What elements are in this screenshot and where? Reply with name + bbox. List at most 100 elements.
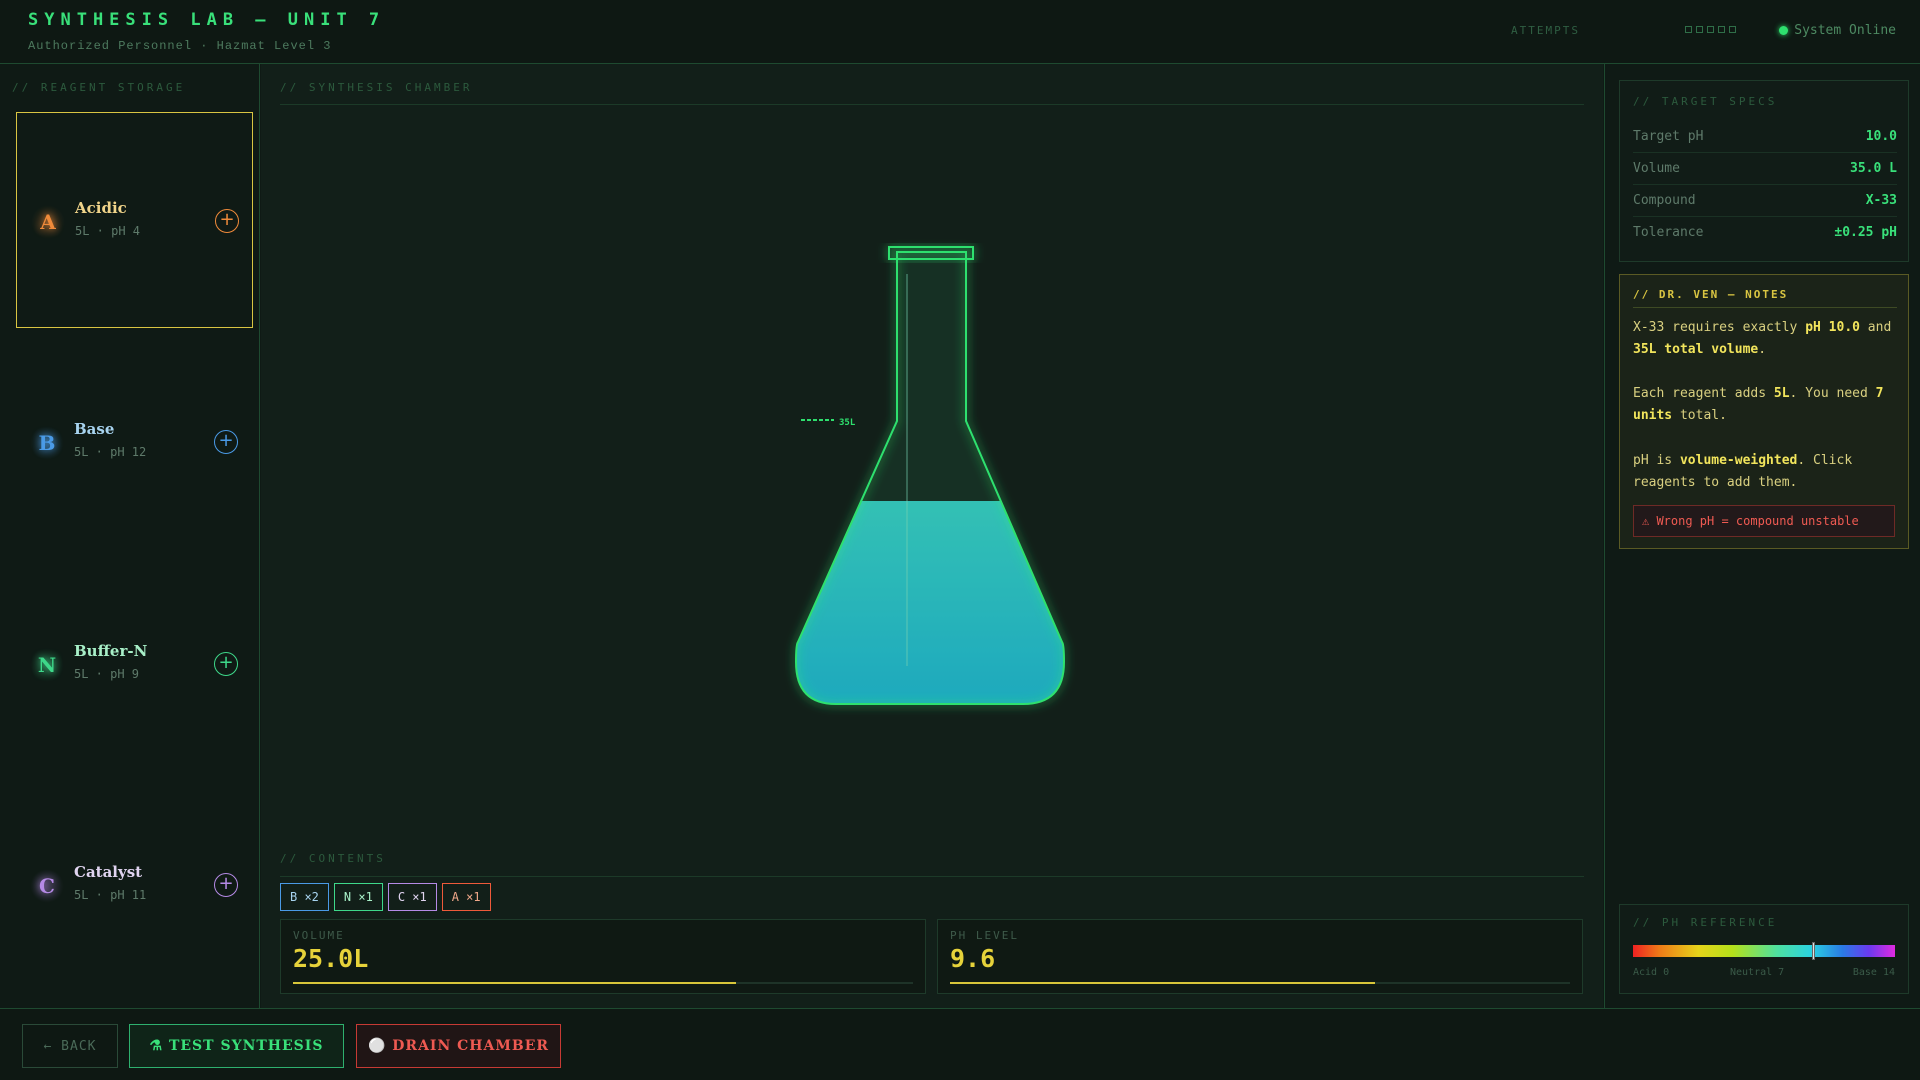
ph-tick-base: Base 14: [1852, 967, 1895, 978]
reagent-name: Catalyst: [74, 863, 143, 881]
flask-illustration: 35L: [794, 246, 1066, 705]
notes-text: X-33 requires exactly: [1633, 320, 1806, 335]
notes-paragraph-1: X-33 requires exactly pH 10.0 and 35L to…: [1633, 317, 1903, 361]
reagent-storage-panel: // REAGENT STORAGE A Acidic 5L · pH 4 + …: [0, 64, 260, 1008]
volume-value: 25.0L: [293, 944, 369, 973]
reagent-card-acidic[interactable]: A Acidic 5L · pH 4 +: [16, 112, 253, 328]
notes-text: Each reagent adds: [1633, 386, 1774, 401]
ph-tick-acid: Acid 0: [1633, 967, 1670, 978]
spec-value: X-33: [1865, 193, 1897, 208]
back-button[interactable]: ← BACK: [22, 1024, 118, 1068]
attempts-label: ATTEMPTS: [1511, 24, 1580, 37]
info-panel: // TARGET SPECS Target pH 10.0 Volume 35…: [1604, 64, 1920, 1008]
spec-row-compound: Compound X-33: [1633, 185, 1897, 217]
reagent-buffer-n-letter-icon: N: [30, 648, 64, 682]
volume-bar-fill: [293, 982, 736, 984]
ph-label: PH LEVEL: [950, 929, 1019, 942]
attempt-pip: [1696, 26, 1703, 33]
reagent-meta: 5L · pH 12: [74, 445, 147, 459]
contents-chips: B ×2 N ×1 C ×1 A ×1: [280, 883, 491, 911]
reagent-base-letter-icon: B: [30, 426, 64, 460]
reagent-acidic-letter-icon: A: [31, 205, 65, 239]
notes-text: .: [1758, 342, 1767, 357]
content-chip-base: B ×2: [280, 883, 329, 911]
app-subtitle: Authorized Personnel · Hazmat Level 3: [28, 39, 332, 53]
spec-value: 10.0: [1865, 129, 1897, 144]
volume-label: VOLUME: [293, 929, 345, 942]
ph-bar-fill: [950, 982, 1376, 984]
reagent-meta: 5L · pH 11: [74, 888, 147, 902]
add-base-button[interactable]: +: [214, 430, 238, 454]
divider: [1633, 307, 1897, 308]
ph-reference-title: // PH REFERENCE: [1633, 916, 1778, 929]
add-acidic-button[interactable]: +: [215, 209, 239, 233]
notes-paragraph-3: pH is volume-weighted. Click reagents to…: [1633, 450, 1903, 494]
notes-card: // DR. VEN — NOTES X-33 requires exactly…: [1619, 274, 1909, 549]
target-specs-title: // TARGET SPECS: [1633, 95, 1778, 108]
notes-text: pH is: [1633, 453, 1680, 468]
spec-key: Tolerance: [1633, 225, 1704, 240]
header: SYNTHESIS LAB — UNIT 7 Authorized Person…: [0, 0, 1920, 64]
warning-banner: ⚠ Wrong pH = compound unstable: [1633, 505, 1895, 537]
spec-row-target-ph: Target pH 10.0: [1633, 121, 1897, 153]
ph-reference-card: // PH REFERENCE Acid 0 Neutral 7 Base 14: [1619, 904, 1909, 994]
reagent-card-catalyst[interactable]: C Catalyst 5L · pH 11 +: [16, 777, 253, 993]
reagent-card-buffer-n[interactable]: N Buffer-N 5L · pH 9 +: [16, 556, 253, 772]
spec-row-tolerance: Tolerance ±0.25 pH: [1633, 217, 1897, 249]
flask-outline: [794, 251, 1066, 705]
attempt-pip: [1707, 26, 1714, 33]
notes-title: // DR. VEN — NOTES: [1633, 288, 1789, 301]
test-synthesis-button[interactable]: ⚗ TEST SYNTHESIS: [129, 1024, 344, 1068]
reagent-meta: 5L · pH 4: [75, 224, 141, 238]
reagent-catalyst-letter-icon: C: [30, 869, 64, 903]
notes-text: . You need: [1789, 386, 1876, 401]
spec-key: Volume: [1633, 161, 1680, 176]
attempt-pip: [1729, 26, 1736, 33]
content-chip-catalyst: C ×1: [387, 883, 437, 911]
notes-text: total.: [1672, 408, 1727, 423]
spec-key: Compound: [1633, 193, 1696, 208]
spec-row-volume: Volume 35.0 L: [1633, 153, 1897, 185]
notes-emphasis: volume-weighted: [1679, 453, 1798, 468]
add-catalyst-button[interactable]: +: [214, 873, 238, 897]
ph-bar: [950, 982, 1570, 984]
drain-chamber-button[interactable]: ⚪ DRAIN CHAMBER: [356, 1024, 561, 1068]
spec-value: ±0.25 pH: [1834, 225, 1897, 240]
notes-text: and: [1859, 320, 1892, 335]
attempts-indicator: [1685, 26, 1736, 33]
add-buffer-n-button[interactable]: +: [214, 652, 238, 676]
app-title: SYNTHESIS LAB — UNIT 7: [28, 10, 386, 30]
volume-bar: [293, 982, 913, 984]
notes-emphasis: 35L total volume: [1633, 342, 1759, 357]
synthesis-chamber: // SYNTHESIS CHAMBER 35L // CONTENTS B ×…: [261, 64, 1603, 1008]
reagent-name: Buffer-N: [74, 642, 148, 660]
spec-key: Target pH: [1633, 129, 1704, 144]
content-chip-acidic: A ×1: [441, 883, 491, 911]
ph-meter: PH LEVEL 9.6: [937, 919, 1583, 994]
ph-scale-marker: [1811, 942, 1815, 960]
status-text: System Online: [1794, 23, 1896, 38]
spec-value: 35.0 L: [1850, 161, 1897, 176]
status-dot-icon: [1779, 26, 1789, 35]
notes-paragraph-2: Each reagent adds 5L. You need 7 units t…: [1633, 383, 1903, 427]
ph-scale-bar: [1633, 942, 1895, 960]
reagent-card-base[interactable]: B Base 5L · pH 12 +: [16, 334, 253, 550]
target-volume-label: 35L: [839, 418, 856, 428]
notes-emphasis: 5L: [1773, 386, 1790, 401]
footer-toolbar: ← BACK ⚗ TEST SYNTHESIS ⚪ DRAIN CHAMBER: [0, 1008, 1920, 1080]
reagent-name: Base: [74, 420, 115, 438]
ph-tick-neutral: Neutral 7: [1730, 967, 1785, 978]
attempt-pip: [1685, 26, 1692, 33]
notes-emphasis: pH 10.0: [1805, 320, 1860, 335]
ph-value: 9.6: [950, 944, 996, 973]
volume-meter: VOLUME 25.0L: [280, 919, 926, 994]
target-specs-card: // TARGET SPECS Target pH 10.0 Volume 35…: [1619, 80, 1909, 262]
divider: [280, 876, 1584, 877]
content-chip-buffer-n: N ×1: [333, 883, 383, 911]
reagent-meta: 5L · pH 9: [74, 667, 140, 681]
contents-title: // CONTENTS: [280, 852, 386, 865]
reagent-storage-title: // REAGENT STORAGE: [12, 81, 186, 94]
reagent-name: Acidic: [75, 199, 127, 217]
system-status: System Online: [1779, 23, 1896, 38]
attempt-pip: [1718, 26, 1725, 33]
